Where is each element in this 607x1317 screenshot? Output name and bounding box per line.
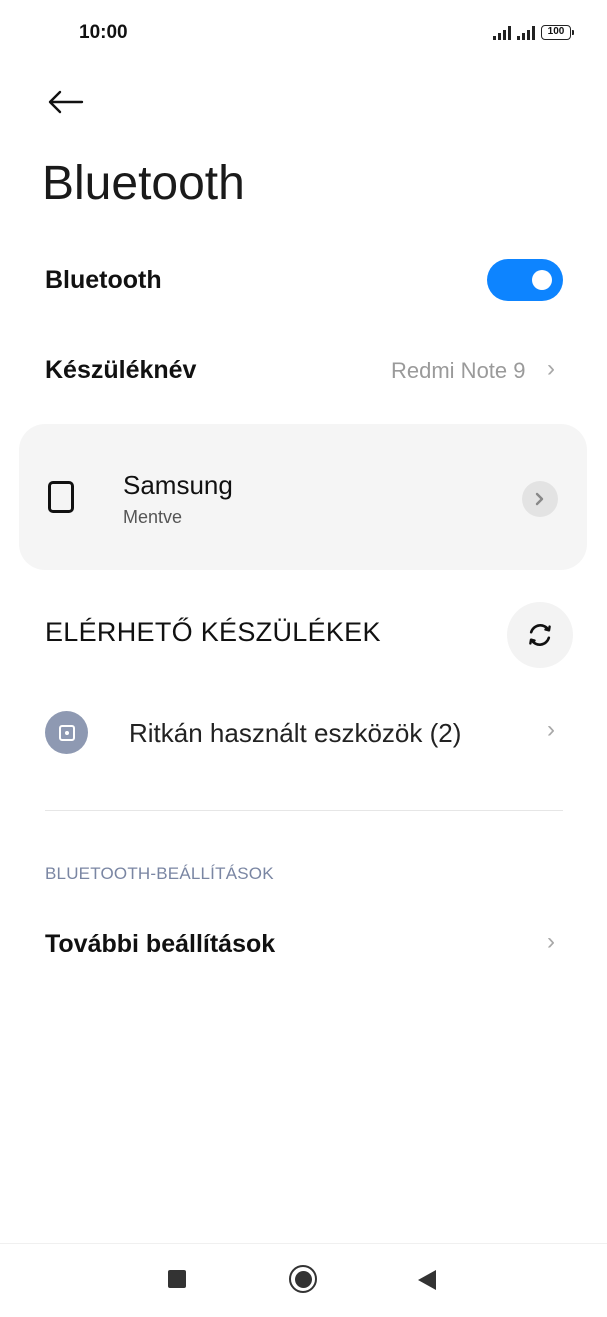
bluetooth-settings-header: BLUETOOTH-BEÁLLÍTÁSOK <box>45 864 274 883</box>
status-time: 10:00 <box>79 22 128 43</box>
more-settings-label: További beállítások <box>45 930 276 958</box>
chevron-right-icon: › <box>547 928 555 955</box>
paired-device-name: Samsung <box>123 470 233 500</box>
arrow-left-icon <box>48 90 84 114</box>
refresh-button[interactable] <box>507 602 573 668</box>
toggle-knob <box>532 270 552 290</box>
nav-back-button[interactable] <box>418 1270 436 1290</box>
device-icon <box>48 481 74 513</box>
status-icons: 100 <box>493 25 574 40</box>
signal-icon <box>493 26 511 40</box>
available-devices-header: ELÉRHETŐ KÉSZÜLÉKEK <box>45 617 381 647</box>
device-name-value: Redmi Note 9 <box>391 358 526 383</box>
circle-icon <box>294 1270 312 1288</box>
signal-icon-2 <box>517 26 535 40</box>
device-name-label: Készüléknév <box>45 356 197 384</box>
rarely-used-devices-label: Ritkán használt eszközök (2) <box>129 718 462 748</box>
device-details-button[interactable] <box>522 481 558 517</box>
divider <box>45 810 563 811</box>
refresh-icon <box>529 624 551 646</box>
chevron-right-icon: › <box>547 716 555 743</box>
chevron-right-icon: › <box>547 355 555 382</box>
bluetooth-toggle-label: Bluetooth <box>45 266 162 294</box>
home-button[interactable] <box>289 1265 317 1293</box>
paired-device-status: Mentve <box>123 507 183 527</box>
page-title: Bluetooth <box>42 157 245 210</box>
chevron-right-icon <box>535 492 544 506</box>
battery-icon: 100 <box>541 25 574 40</box>
paired-device-card[interactable] <box>19 424 587 570</box>
recent-apps-button[interactable] <box>168 1270 186 1288</box>
back-button[interactable] <box>44 82 88 122</box>
rarely-used-device-icon <box>45 711 88 754</box>
bluetooth-toggle[interactable] <box>487 259 563 301</box>
